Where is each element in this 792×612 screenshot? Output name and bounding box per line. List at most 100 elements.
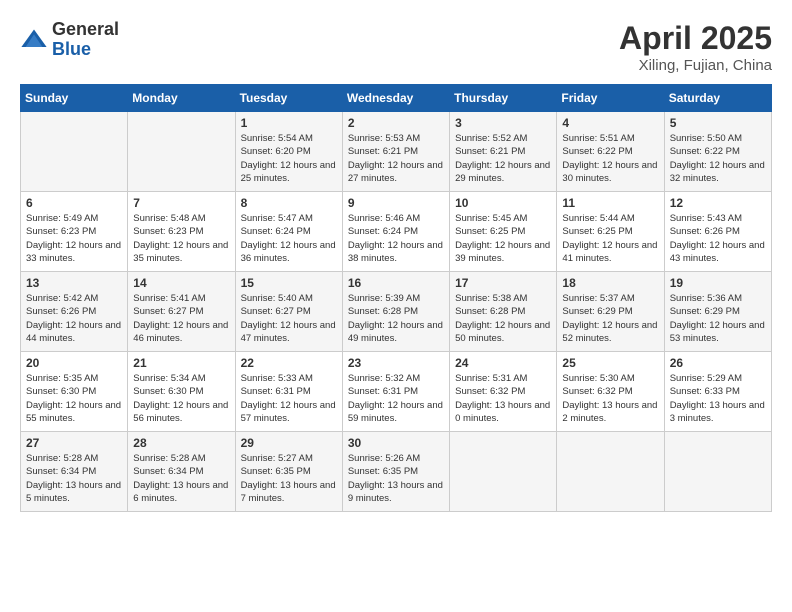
cell-content: Sunrise: 5:37 AMSunset: 6:29 PMDaylight:… bbox=[562, 292, 658, 345]
calendar-cell: 2 Sunrise: 5:53 AMSunset: 6:21 PMDaylight… bbox=[342, 112, 449, 192]
calendar-cell bbox=[21, 112, 128, 192]
logo: General Blue bbox=[20, 20, 119, 60]
day-number: 2 bbox=[348, 116, 444, 130]
day-number: 10 bbox=[455, 196, 551, 210]
cell-content: Sunrise: 5:46 AMSunset: 6:24 PMDaylight:… bbox=[348, 212, 444, 265]
day-header-saturday: Saturday bbox=[664, 85, 771, 112]
day-number: 21 bbox=[133, 356, 229, 370]
cell-content: Sunrise: 5:40 AMSunset: 6:27 PMDaylight:… bbox=[241, 292, 337, 345]
calendar-week-row: 20 Sunrise: 5:35 AMSunset: 6:30 PMDayligh… bbox=[21, 352, 772, 432]
cell-content: Sunrise: 5:28 AMSunset: 6:34 PMDaylight:… bbox=[26, 452, 122, 505]
day-number: 18 bbox=[562, 276, 658, 290]
cell-content: Sunrise: 5:34 AMSunset: 6:30 PMDaylight:… bbox=[133, 372, 229, 425]
day-number: 28 bbox=[133, 436, 229, 450]
calendar-cell bbox=[450, 432, 557, 512]
cell-content: Sunrise: 5:27 AMSunset: 6:35 PMDaylight:… bbox=[241, 452, 337, 505]
day-number: 19 bbox=[670, 276, 766, 290]
day-number: 8 bbox=[241, 196, 337, 210]
day-number: 25 bbox=[562, 356, 658, 370]
calendar-cell: 14Sunrise: 5:41 AMSunset: 6:27 PMDayligh… bbox=[128, 272, 235, 352]
day-number: 17 bbox=[455, 276, 551, 290]
cell-content: Sunrise: 5:49 AMSunset: 6:23 PMDaylight:… bbox=[26, 212, 122, 265]
cell-content: Sunrise: 5:33 AMSunset: 6:31 PMDaylight:… bbox=[241, 372, 337, 425]
day-header-tuesday: Tuesday bbox=[235, 85, 342, 112]
cell-content: Sunrise: 5:29 AMSunset: 6:33 PMDaylight:… bbox=[670, 372, 766, 425]
day-header-monday: Monday bbox=[128, 85, 235, 112]
calendar-cell: 5 Sunrise: 5:50 AMSunset: 6:22 PMDaylight… bbox=[664, 112, 771, 192]
calendar-cell: 30 Sunrise: 5:26 AMSunset: 6:35 PMDayligh… bbox=[342, 432, 449, 512]
day-header-thursday: Thursday bbox=[450, 85, 557, 112]
calendar-cell: 12Sunrise: 5:43 AMSunset: 6:26 PMDayligh… bbox=[664, 192, 771, 272]
day-header-sunday: Sunday bbox=[21, 85, 128, 112]
calendar-cell: 23 Sunrise: 5:32 AMSunset: 6:31 PMDayligh… bbox=[342, 352, 449, 432]
calendar-cell: 20 Sunrise: 5:35 AMSunset: 6:30 PMDayligh… bbox=[21, 352, 128, 432]
cell-content: Sunrise: 5:32 AMSunset: 6:31 PMDaylight:… bbox=[348, 372, 444, 425]
calendar-cell bbox=[128, 112, 235, 192]
calendar-cell: 1 Sunrise: 5:54 AMSunset: 6:20 PMDaylight… bbox=[235, 112, 342, 192]
calendar-cell: 27 Sunrise: 5:28 AMSunset: 6:34 PMDayligh… bbox=[21, 432, 128, 512]
day-number: 11 bbox=[562, 196, 658, 210]
day-number: 7 bbox=[133, 196, 229, 210]
cell-content: Sunrise: 5:39 AMSunset: 6:28 PMDaylight:… bbox=[348, 292, 444, 345]
calendar-cell: 24Sunrise: 5:31 AMSunset: 6:32 PMDayligh… bbox=[450, 352, 557, 432]
cell-content: Sunrise: 5:47 AMSunset: 6:24 PMDaylight:… bbox=[241, 212, 337, 265]
calendar-table: SundayMondayTuesdayWednesdayThursdayFrid… bbox=[20, 84, 772, 512]
day-number: 13 bbox=[26, 276, 122, 290]
location-title: Xiling, Fujian, China bbox=[619, 57, 772, 74]
calendar-cell: 16Sunrise: 5:39 AMSunset: 6:28 PMDayligh… bbox=[342, 272, 449, 352]
calendar-cell: 9 Sunrise: 5:46 AMSunset: 6:24 PMDaylight… bbox=[342, 192, 449, 272]
day-number: 26 bbox=[670, 356, 766, 370]
day-number: 29 bbox=[241, 436, 337, 450]
cell-content: Sunrise: 5:50 AMSunset: 6:22 PMDaylight:… bbox=[670, 132, 766, 185]
calendar-week-row: 13 Sunrise: 5:42 AMSunset: 6:26 PMDayligh… bbox=[21, 272, 772, 352]
cell-content: Sunrise: 5:45 AMSunset: 6:25 PMDaylight:… bbox=[455, 212, 551, 265]
cell-content: Sunrise: 5:30 AMSunset: 6:32 PMDaylight:… bbox=[562, 372, 658, 425]
logo-general: General bbox=[52, 20, 119, 40]
cell-content: Sunrise: 5:52 AMSunset: 6:21 PMDaylight:… bbox=[455, 132, 551, 185]
calendar-cell: 28 Sunrise: 5:28 AMSunset: 6:34 PMDayligh… bbox=[128, 432, 235, 512]
cell-content: Sunrise: 5:51 AMSunset: 6:22 PMDaylight:… bbox=[562, 132, 658, 185]
day-number: 23 bbox=[348, 356, 444, 370]
calendar-cell: 7 Sunrise: 5:48 AMSunset: 6:23 PMDaylight… bbox=[128, 192, 235, 272]
calendar-cell: 15 Sunrise: 5:40 AMSunset: 6:27 PMDayligh… bbox=[235, 272, 342, 352]
calendar-cell: 10 Sunrise: 5:45 AMSunset: 6:25 PMDayligh… bbox=[450, 192, 557, 272]
page-header: General Blue April 2025 Xiling, Fujian, … bbox=[20, 20, 772, 74]
calendar-cell: 13 Sunrise: 5:42 AMSunset: 6:26 PMDayligh… bbox=[21, 272, 128, 352]
cell-content: Sunrise: 5:26 AMSunset: 6:35 PMDaylight:… bbox=[348, 452, 444, 505]
calendar-cell: 26 Sunrise: 5:29 AMSunset: 6:33 PMDayligh… bbox=[664, 352, 771, 432]
day-number: 12 bbox=[670, 196, 766, 210]
cell-content: Sunrise: 5:42 AMSunset: 6:26 PMDaylight:… bbox=[26, 292, 122, 345]
calendar-week-row: 1 Sunrise: 5:54 AMSunset: 6:20 PMDaylight… bbox=[21, 112, 772, 192]
cell-content: Sunrise: 5:35 AMSunset: 6:30 PMDaylight:… bbox=[26, 372, 122, 425]
calendar-week-row: 27 Sunrise: 5:28 AMSunset: 6:34 PMDayligh… bbox=[21, 432, 772, 512]
calendar-cell: 11 Sunrise: 5:44 AMSunset: 6:25 PMDayligh… bbox=[557, 192, 664, 272]
day-number: 9 bbox=[348, 196, 444, 210]
cell-content: Sunrise: 5:31 AMSunset: 6:32 PMDaylight:… bbox=[455, 372, 551, 425]
calendar-cell: 18 Sunrise: 5:37 AMSunset: 6:29 PMDayligh… bbox=[557, 272, 664, 352]
day-number: 27 bbox=[26, 436, 122, 450]
day-number: 20 bbox=[26, 356, 122, 370]
day-number: 22 bbox=[241, 356, 337, 370]
calendar-cell: 17Sunrise: 5:38 AMSunset: 6:28 PMDayligh… bbox=[450, 272, 557, 352]
title-block: April 2025 Xiling, Fujian, China bbox=[619, 20, 772, 74]
cell-content: Sunrise: 5:44 AMSunset: 6:25 PMDaylight:… bbox=[562, 212, 658, 265]
calendar-cell: 25 Sunrise: 5:30 AMSunset: 6:32 PMDayligh… bbox=[557, 352, 664, 432]
month-title: April 2025 bbox=[619, 20, 772, 57]
calendar-cell: 19 Sunrise: 5:36 AMSunset: 6:29 PMDayligh… bbox=[664, 272, 771, 352]
cell-content: Sunrise: 5:54 AMSunset: 6:20 PMDaylight:… bbox=[241, 132, 337, 185]
cell-content: Sunrise: 5:28 AMSunset: 6:34 PMDaylight:… bbox=[133, 452, 229, 505]
calendar-cell: 8 Sunrise: 5:47 AMSunset: 6:24 PMDaylight… bbox=[235, 192, 342, 272]
cell-content: Sunrise: 5:53 AMSunset: 6:21 PMDaylight:… bbox=[348, 132, 444, 185]
day-number: 15 bbox=[241, 276, 337, 290]
cell-content: Sunrise: 5:48 AMSunset: 6:23 PMDaylight:… bbox=[133, 212, 229, 265]
cell-content: Sunrise: 5:36 AMSunset: 6:29 PMDaylight:… bbox=[670, 292, 766, 345]
calendar-cell: 21 Sunrise: 5:34 AMSunset: 6:30 PMDayligh… bbox=[128, 352, 235, 432]
day-number: 30 bbox=[348, 436, 444, 450]
day-number: 1 bbox=[241, 116, 337, 130]
calendar-cell: 3Sunrise: 5:52 AMSunset: 6:21 PMDaylight… bbox=[450, 112, 557, 192]
logo-blue: Blue bbox=[52, 40, 119, 60]
calendar-cell: 4Sunrise: 5:51 AMSunset: 6:22 PMDaylight… bbox=[557, 112, 664, 192]
day-number: 5 bbox=[670, 116, 766, 130]
calendar-cell bbox=[664, 432, 771, 512]
logo-icon bbox=[20, 26, 48, 54]
